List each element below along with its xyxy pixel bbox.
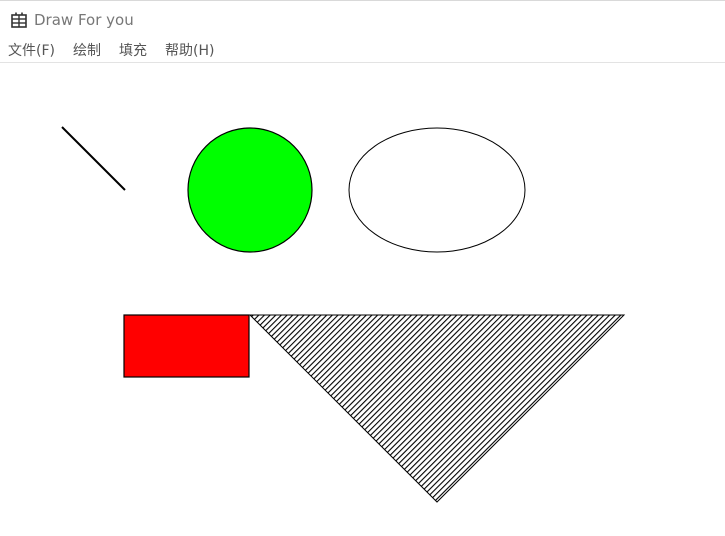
canvas-svg	[61, 126, 626, 503]
menu-bar: 文件(F) 绘制 填充 帮助(H)	[0, 39, 725, 63]
window-title: Draw For you	[34, 11, 134, 29]
shape-hatched-triangle	[248, 314, 626, 503]
shape-ellipse	[348, 127, 526, 253]
menu-fill[interactable]: 填充	[119, 41, 147, 61]
app-window: Draw For you 文件(F) 绘制 填充 帮助(H)	[0, 0, 725, 536]
menu-draw[interactable]: 绘制	[73, 41, 101, 61]
menu-help[interactable]: 帮助(H)	[165, 41, 214, 61]
calendar-grid-icon	[10, 11, 28, 29]
drawing-canvas[interactable]	[0, 64, 725, 536]
shape-red-rectangle	[123, 314, 250, 378]
shape-green-circle	[187, 127, 313, 253]
title-bar: Draw For you	[0, 2, 725, 38]
shape-line	[61, 126, 126, 191]
menu-file[interactable]: 文件(F)	[8, 41, 55, 61]
